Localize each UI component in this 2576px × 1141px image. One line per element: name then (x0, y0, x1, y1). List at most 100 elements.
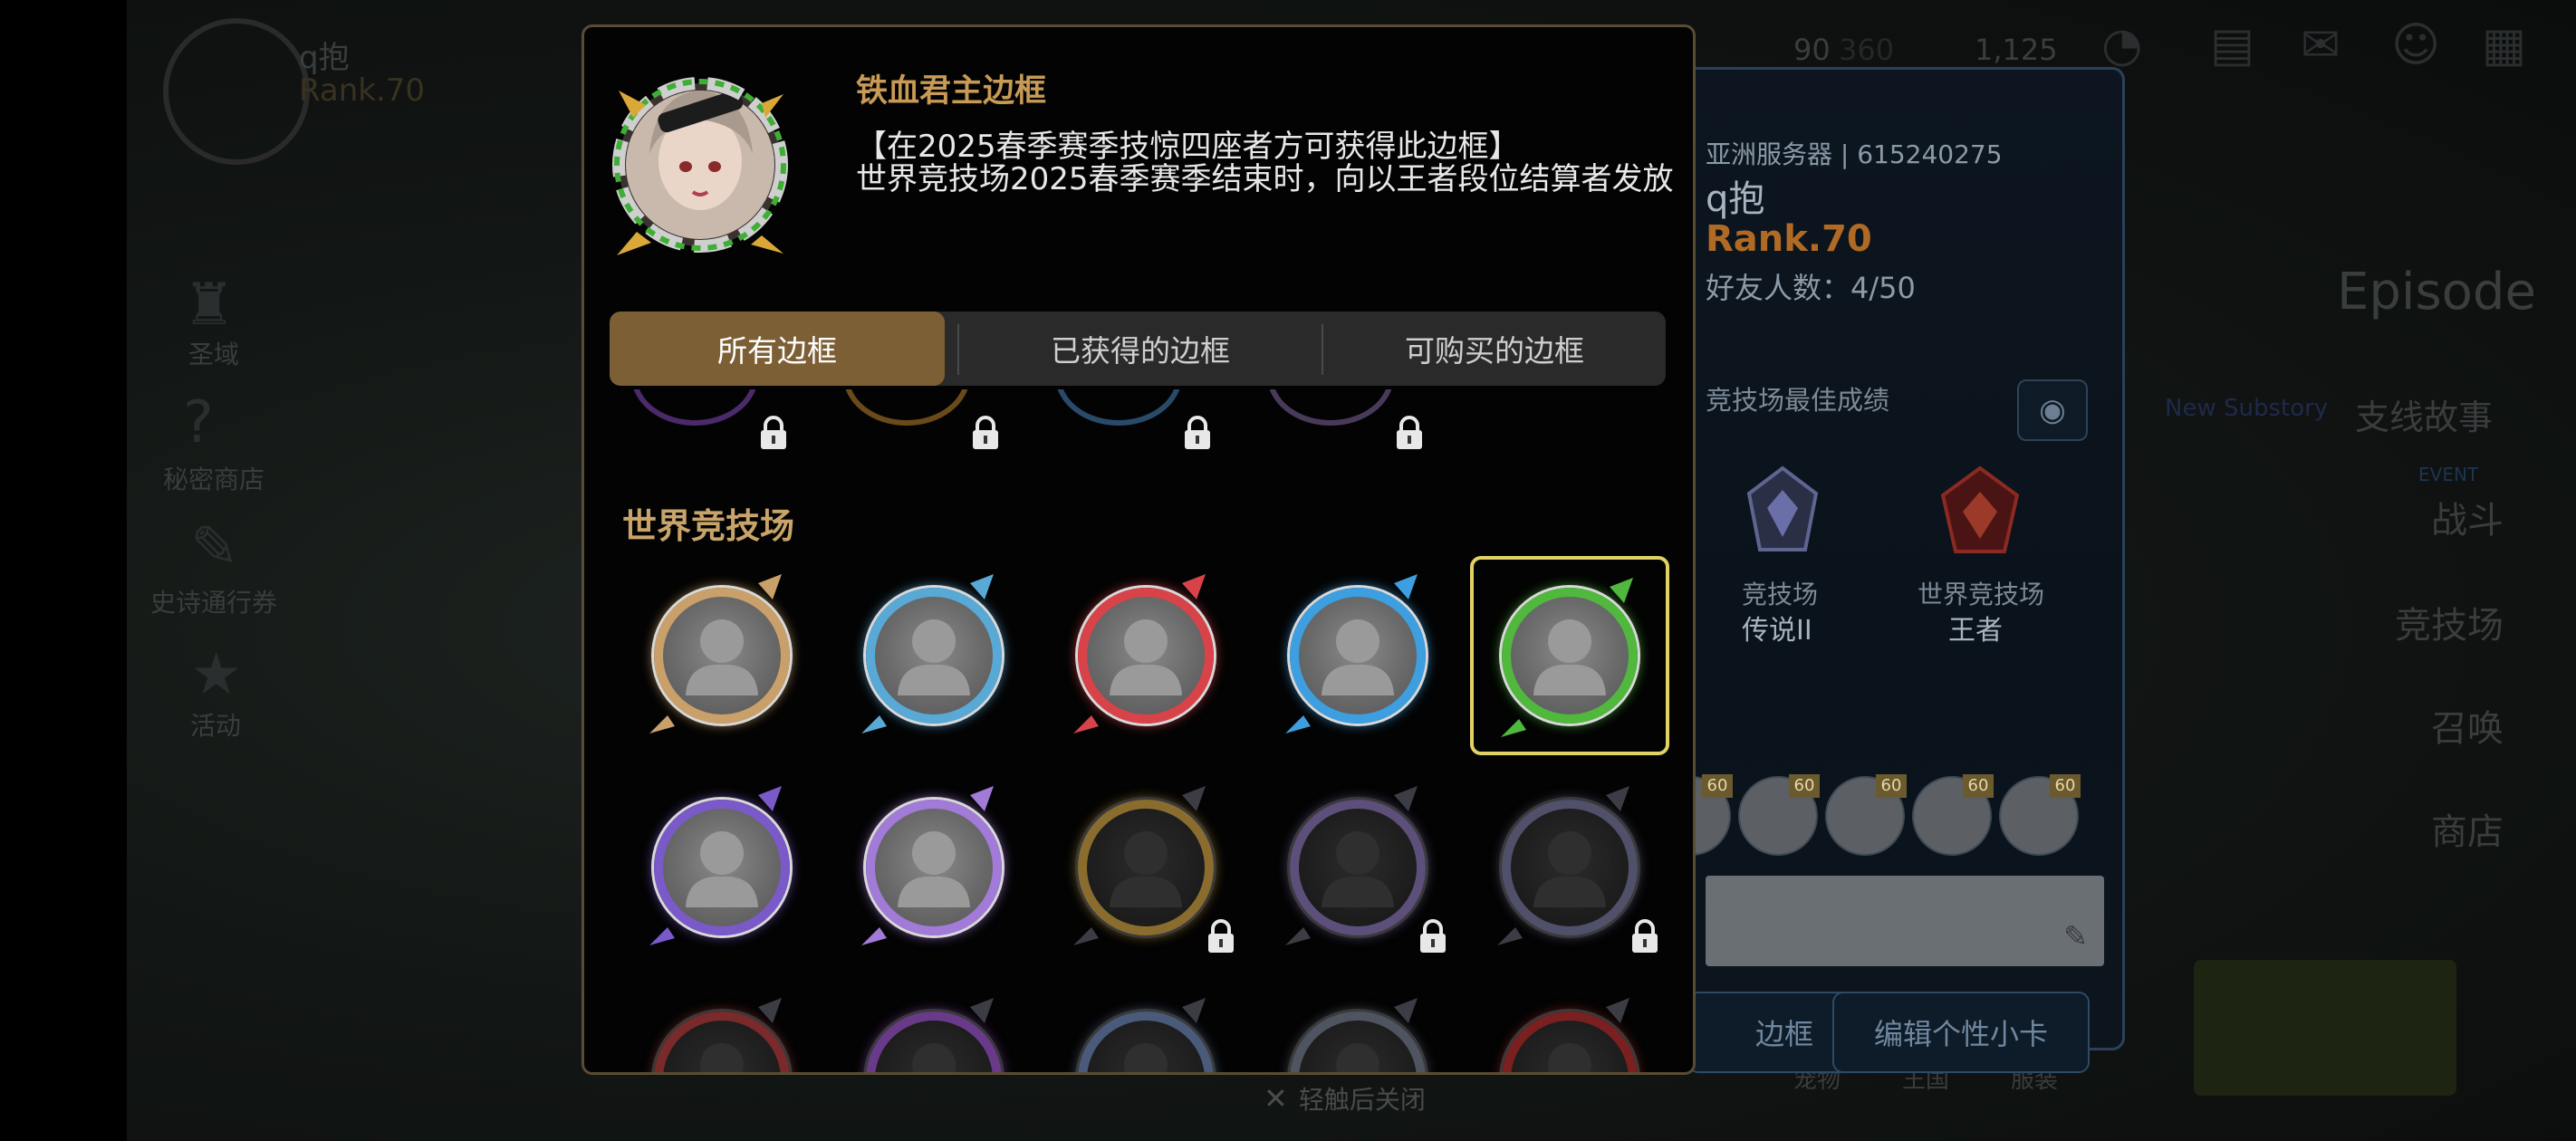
frame-preview (610, 54, 791, 272)
frame-ornament (758, 998, 782, 1023)
section-title-world-arena: 世界竞技场 (622, 506, 795, 546)
sidebar-item-sanctuary: 圣域 (188, 340, 240, 369)
edit-pencil-icon[interactable]: ✎ (2063, 919, 2088, 954)
frame-cell-dark-steel-frame[interactable] (1258, 980, 1457, 1072)
prev-section-frame[interactable] (1267, 389, 1394, 426)
arena-label: 竞技场 (1742, 580, 1819, 609)
frame-ornament (1182, 998, 1206, 1023)
frame-ornament (649, 786, 782, 945)
frame-cell-dark-violet-frame[interactable] (1258, 768, 1457, 967)
hero-level: 60 (1789, 774, 1820, 798)
hero-portrait[interactable]: 60 (1912, 774, 1994, 856)
frame-ornament (861, 786, 994, 945)
lock-icon (970, 415, 1001, 451)
frame-cell-dark-red-frame[interactable] (622, 980, 822, 1072)
arena-best-label: 竞技场最佳成绩 (1706, 385, 1890, 416)
hero-level: 60 (1702, 774, 1733, 798)
frame-ornament (1394, 998, 1418, 1023)
profile-name: q抱 (1706, 178, 1765, 220)
menu-grid-icon: ▦ (2482, 18, 2527, 72)
frame-cell-blue-crystal-frame[interactable] (1258, 556, 1457, 755)
close-icon: ✕ (1264, 1081, 1288, 1116)
tab-owned-frames[interactable]: 已获得的边框 (959, 312, 1322, 386)
frame-cell-silver-gold-frame[interactable] (622, 556, 822, 755)
currency-1-value: 90 (1793, 33, 1831, 67)
frame-ornament (649, 574, 782, 734)
tab-purchasable-frames[interactable]: 可购买的边框 (1323, 312, 1666, 386)
frame-cell-dark-blue-frame[interactable] (1046, 980, 1245, 1072)
frame-ornament (1285, 574, 1418, 734)
lock-icon (758, 415, 789, 451)
prev-section-frame[interactable] (631, 389, 758, 426)
lock-icon (1182, 415, 1213, 451)
frame-ornament (1606, 998, 1629, 1023)
chat-icon: ☺ (2391, 18, 2441, 72)
currency-1-max: 360 (1839, 33, 1895, 67)
frame-cell-dark-purple-frame[interactable] (834, 980, 1033, 1072)
friend-count: 好友人数：4/50 (1706, 271, 1916, 305)
hero-level: 60 (1876, 774, 1907, 798)
prev-section-frame[interactable] (1055, 389, 1182, 426)
episode-label: Episode (2337, 263, 2536, 321)
frame-cell-dark-crimson-frame[interactable] (1470, 980, 1669, 1072)
sanctuary-icon: ♜ (183, 272, 235, 339)
lock-icon (1206, 918, 1236, 954)
lock-icon (1629, 918, 1660, 954)
event-banner (2194, 960, 2456, 1096)
frame-ornament (861, 574, 994, 734)
server-info: 亚洲服务器 | 615240275 (1706, 139, 2003, 169)
frame-description: 世界竞技场2025春季赛季结束时，向以王者段位结算者发放 (856, 161, 1674, 197)
arena-label: 竞技场 (2395, 605, 2504, 647)
sidebar-item-secret-shop: 秘密商店 (163, 465, 265, 494)
frame-cell-purple-gold-frame[interactable] (834, 768, 1033, 967)
lock-icon (1394, 415, 1425, 451)
frame-name: 铁血君主边框 (856, 73, 1047, 110)
frame-grid: 世界竞技场 (584, 389, 1693, 1072)
frame-ornament (1073, 574, 1206, 734)
substory-badge: New Substory (2165, 395, 2329, 422)
sidebar-item-epic-pass: 史诗通行券 (150, 588, 278, 618)
edit-card-button[interactable]: 编辑个性小卡 (1832, 992, 2090, 1073)
close-hint[interactable]: ✕ 轻触后关闭 (1264, 1080, 1426, 1117)
secret-shop-icon: ? (183, 389, 214, 456)
epic-pass-icon: ✎ (190, 514, 239, 581)
hero-portrait[interactable]: 60 (1738, 774, 1820, 856)
substory-label: 支线故事 (2355, 398, 2494, 437)
hero-portrait[interactable]: 60 (1999, 774, 2081, 856)
currency-2-value: 1,125 (1975, 33, 2058, 67)
frame-ornament (1501, 578, 1633, 737)
battle-label: 战斗 (2431, 500, 2504, 542)
bell-icon: ◔ (2101, 18, 2143, 72)
frame-cell-red-frame[interactable] (1046, 556, 1245, 755)
frame-cell-purple-frame[interactable] (622, 768, 822, 967)
lock-icon (1418, 918, 1448, 954)
hide-eye-icon[interactable]: ◉ (2017, 379, 2088, 441)
summon-label: 召唤 (2431, 708, 2504, 750)
frame-cell-dark-silver-frame[interactable] (1470, 768, 1669, 967)
tab-all-frames[interactable]: 所有边框 (610, 312, 945, 386)
mail-icon: ✉ (2301, 18, 2341, 72)
player-name: q抱 (299, 40, 350, 76)
frame-selection-modal: 铁血君主边框 【在2025春季赛季技惊四座者方可获得此边框】 世界竞技场2025… (582, 24, 1696, 1075)
world-arena-king-emblem (1930, 463, 2030, 562)
frame-cell-dark-gold-frame[interactable] (1046, 768, 1245, 967)
arena-tier: 传说II (1742, 615, 1812, 647)
frame-ornament (970, 998, 994, 1023)
frame-filter-tabs: 所有边框 已获得的边框 可购买的边框 (610, 312, 1666, 386)
frame-cell-iron-blood-monarch-frame[interactable] (1470, 556, 1669, 755)
battle-badge: EVENT (2418, 464, 2479, 485)
hero-team-row: 60 60 60 60 60 (1651, 774, 2104, 858)
frame-cell-blue-gold-frame[interactable] (834, 556, 1033, 755)
player-avatar (163, 18, 310, 165)
event-icon: ★ (190, 641, 243, 708)
world-arena-tier: 王者 (1948, 615, 2003, 647)
profile-comment-box[interactable]: ✎ (1706, 876, 2104, 966)
hero-portrait[interactable]: 60 (1825, 774, 1907, 856)
profile-card: 亚洲服务器 | 615240275 q抱 Rank.70 好友人数：4/50 竞… (1621, 67, 2125, 1073)
close-hint-text: 轻触后关闭 (1298, 1085, 1426, 1115)
player-rank: Rank.70 (299, 72, 426, 109)
shop-label: 商店 (2431, 811, 2504, 853)
prev-section-frame[interactable] (843, 389, 970, 426)
world-arena-label: 世界竞技场 (1918, 580, 2045, 609)
guild-icon: ▤ (2210, 18, 2255, 72)
